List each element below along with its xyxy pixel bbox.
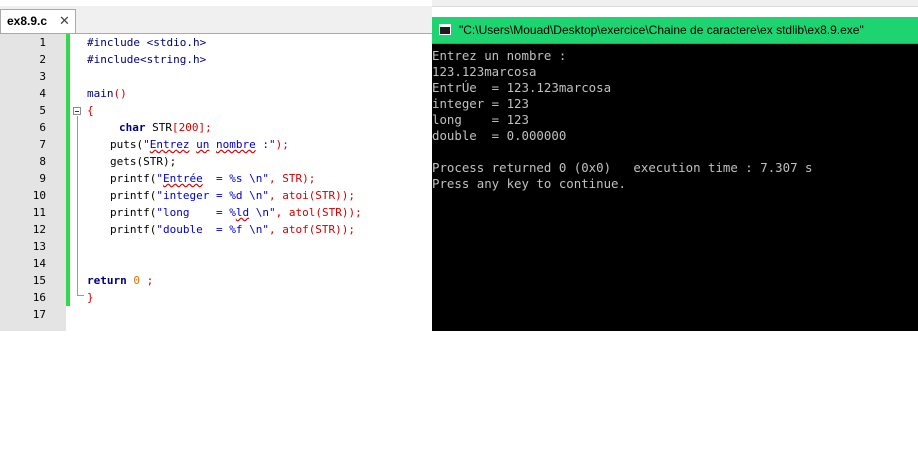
line-number: 6 [39,121,46,134]
line-number: 10 [32,189,46,202]
line-number: 14 [32,257,46,270]
brace: } [87,291,94,304]
code-line-2: #include<string.h> [87,51,206,68]
close-icon[interactable]: ✕ [59,13,70,29]
code-line-10: printf("integer = %d \n", atoi(STR)); [110,187,355,204]
console-output-line: Entrez un nombre : [432,48,567,63]
line-number: 8 [39,155,46,168]
preprocessor-directive: #include<string.h> [87,53,207,66]
console-title-bar[interactable]: "C:\Users\Mouad\Desktop\exercice\Chaine … [432,17,918,44]
string-literal [209,138,216,151]
brace: { [87,104,94,117]
string-literal: = %s \n" [202,172,269,185]
line-number: 3 [39,70,46,83]
code-line-11: printf("long = %ld \n", atol(STR)); [110,204,362,221]
editor-tab-bar: ex8.9.c ✕ [0,6,432,34]
line-number: 17 [32,308,46,321]
string-literal: \n" [249,206,276,219]
fold-margin [70,34,82,331]
line-number: 4 [39,87,46,100]
console-window-icon[interactable] [439,24,451,35]
number-literal: 0 [126,274,140,287]
function-call: puts( [110,138,144,151]
code-line-8: gets(STR); [110,153,176,170]
type-keyword: char [119,121,146,134]
console-output-line: double = 0.000000 [432,128,567,143]
arguments: , atof(STR)); [268,223,356,236]
code-line-6: char STR[200]; [119,119,212,136]
spellcheck-word: Entrez [149,138,190,151]
tab-ex8-9-c[interactable]: ex8.9.c ✕ [0,9,76,33]
console-output-line: EntrÚe = 123.123marcosa [432,80,612,95]
console-title: "C:\Users\Mouad\Desktop\exercice\Chaine … [459,23,864,37]
function-call: gets(STR); [110,155,177,168]
statement-end: ; [140,274,154,287]
code-line-16: } [87,289,94,306]
line-number: 12 [32,223,46,236]
arguments: , STR); [268,172,316,185]
code-editor: ex8.9.c ✕ 1 2 3 4 5 6 7 8 9 10 11 12 13 … [0,0,432,331]
arguments: , atol(STR)); [275,206,362,219]
code-line-15: return 0 ; [87,272,153,289]
arguments: , atoi(STR)); [268,189,356,202]
function-call: printf( [110,189,157,202]
preprocessor-directive: #include <stdio.h> [87,36,207,49]
code-line-12: printf("double = %f \n", atof(STR)); [110,221,355,238]
return-keyword: return [87,274,127,287]
function-call: printf( [110,223,157,236]
line-number: 5 [39,104,46,117]
code-line-9: printf("Entrée = %s \n", STR); [110,170,315,187]
console-output-line: long = 123 [432,112,529,127]
function-call: printf( [110,206,157,219]
console-output-line: Process returned 0 (0x0) execution time … [432,160,813,175]
line-number: 2 [39,53,46,66]
line-number-gutter: 1 2 3 4 5 6 7 8 9 10 11 12 13 14 15 16 1… [0,34,66,331]
fold-line [77,116,78,295]
console-output-line: 123.123marcosa [432,64,537,79]
array-size: [200]; [172,121,212,134]
code-line-5: { [87,102,94,119]
string-literal: :" [255,138,276,151]
string-literal: " [156,172,163,185]
line-number: 7 [39,138,46,151]
line-number: 1 [39,36,46,49]
string-literal: "double = %f \n" [156,223,269,236]
code-line-4: main() [87,85,127,102]
spellcheck-word: nombre [216,138,256,151]
string-literal: " [143,138,150,151]
string-literal: "long = % [156,206,236,219]
string-literal: "integer = %d \n" [156,189,269,202]
spellcheck-word: Entrée [162,172,203,185]
paren: () [113,87,127,100]
console-window[interactable]: "C:\Users\Mouad\Desktop\exercice\Chaine … [432,17,918,331]
spellcheck-word: ld [235,206,250,219]
line-number: 9 [39,172,46,185]
tab-label: ex8.9.c [7,14,48,28]
console-output-line: Press any key to continue. [432,176,626,191]
identifier: STR [145,121,172,134]
line-number: 16 [32,291,46,304]
function-name: main [87,87,114,100]
spellcheck-word: un [196,138,210,151]
line-number: 15 [32,274,46,287]
line-number: 11 [32,206,46,219]
code-line-1: #include <stdio.h> [87,34,206,51]
console-output-line: integer = 123 [432,96,529,111]
fold-end [77,295,84,296]
code-line-7: puts("Entrez un nombre :"); [110,136,289,153]
statement-end: ); [275,138,289,151]
fold-minus-icon[interactable] [73,107,81,115]
function-call: printf( [110,172,157,185]
line-number: 13 [32,240,46,253]
